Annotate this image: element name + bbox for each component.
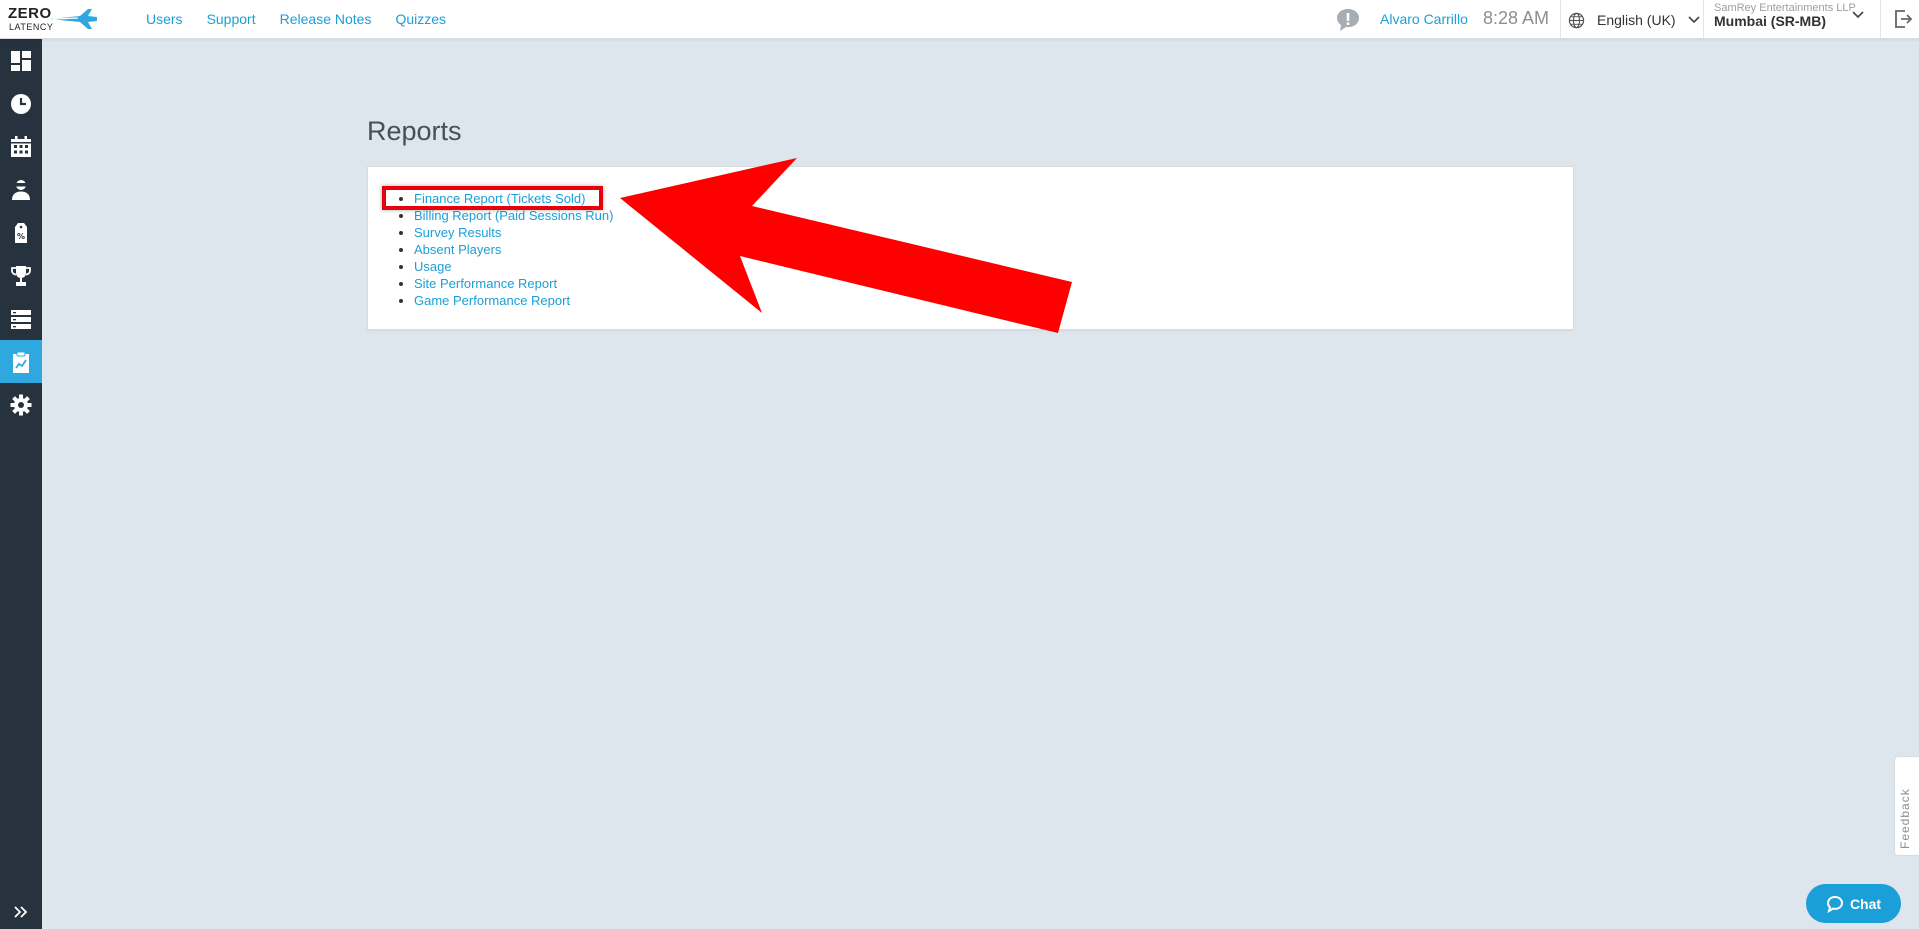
current-time: 8:28 AM [1483,8,1550,28]
calendar-icon [11,135,31,157]
svg-text:%: % [17,232,25,241]
header-divider [1880,0,1881,38]
usage-link[interactable]: Usage [414,259,452,274]
billing-report-link[interactable]: Billing Report (Paid Sessions Run) [414,208,613,223]
top-bar: ZERO LATENCY Users Support Release Notes… [0,0,1919,39]
reports-clipboard-icon [13,351,29,373]
language-label: English (UK) [1597,12,1676,28]
page-title: Reports [367,116,462,146]
site-performance-report-link[interactable]: Site Performance Report [414,276,557,291]
logo-text-latency: LATENCY [9,22,54,32]
sidebar-item-settings[interactable] [0,383,42,426]
feedback-tab[interactable]: Feedback [1894,756,1919,856]
logo-text-zero: ZERO [8,5,52,22]
nav-quizzes-link[interactable]: Quizzes [395,11,446,27]
nav-users-link[interactable]: Users [146,11,183,27]
header-divider [1703,0,1704,38]
sidebar: % [0,39,42,929]
dashboard-icon [11,50,31,71]
globe-icon [1568,12,1585,28]
list-item: Game Performance Report [414,292,613,309]
top-nav: Users Support Release Notes Quizzes [146,0,470,38]
sidebar-item-reports[interactable] [0,340,42,383]
sidebar-item-servers[interactable] [0,297,42,340]
logout-icon[interactable] [1893,9,1913,29]
site-selector[interactable]: SamRey Entertainments LLP Mumbai (SR-MB) [1714,2,1856,29]
gear-icon [10,394,32,415]
language-selector[interactable]: English (UK) [1568,8,1700,32]
list-item: Survey Results [414,224,613,241]
nav-support-link[interactable]: Support [207,11,256,27]
sidebar-item-leaderboard[interactable] [0,254,42,297]
list-item: Site Performance Report [414,275,613,292]
server-icon [11,309,31,329]
header-divider [1560,0,1561,38]
sidebar-item-dashboard[interactable] [0,39,42,82]
clock-icon [11,93,31,114]
discount-tag-icon: % [15,222,27,243]
list-item: Absent Players [414,241,613,258]
player-icon [12,179,30,200]
feedback-label: Feedback [1898,788,1912,849]
sidebar-item-sessions[interactable] [0,82,42,125]
chevron-down-icon [1688,16,1700,24]
game-performance-report-link[interactable]: Game Performance Report [414,293,570,308]
user-name-link[interactable]: Alvaro Carrillo [1380,11,1468,27]
chat-button[interactable]: Chat [1806,884,1901,923]
annotation-highlight-box [382,186,603,210]
chat-bubble-icon [1826,895,1843,913]
logo-plane-icon [50,9,97,29]
double-chevron-right-icon [14,906,28,918]
list-item: Usage [414,258,613,275]
notification-bubble-icon[interactable] [1336,8,1360,32]
trophy-icon [11,265,31,286]
zero-latency-logo[interactable]: ZERO LATENCY [8,5,97,35]
sidebar-expand-button[interactable] [0,895,42,929]
survey-results-link[interactable]: Survey Results [414,225,501,240]
chevron-down-icon[interactable] [1852,11,1864,19]
absent-players-link[interactable]: Absent Players [414,242,501,257]
sidebar-item-players[interactable] [0,168,42,211]
sidebar-item-calendar[interactable] [0,125,42,168]
nav-release-notes-link[interactable]: Release Notes [280,11,372,27]
site-name: Mumbai (SR-MB) [1714,13,1826,29]
annotation-arrow [620,158,1072,333]
chat-label: Chat [1849,895,1882,912]
sidebar-item-discounts[interactable]: % [0,211,42,254]
